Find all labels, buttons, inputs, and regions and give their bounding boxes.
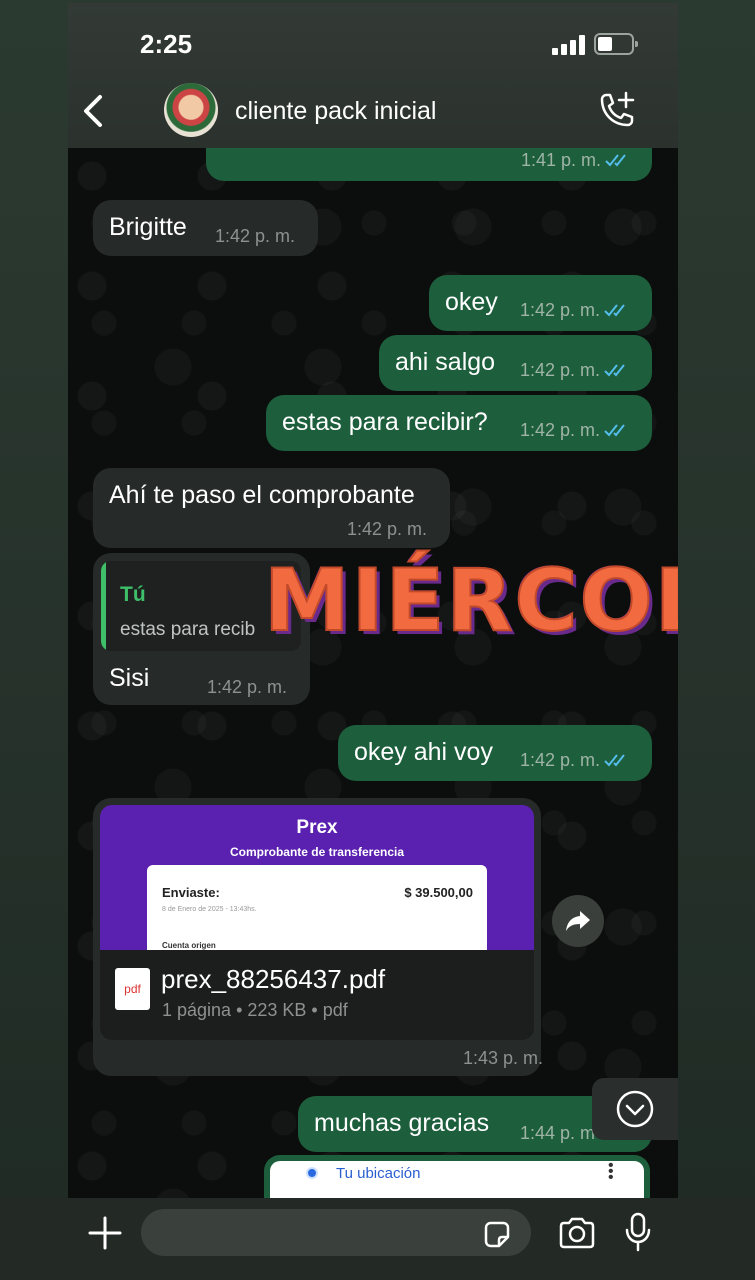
message-time: 1:43 p. m. (463, 1048, 544, 1068)
sticker-icon[interactable] (482, 1220, 512, 1250)
read-ticks-icon (604, 424, 625, 437)
chat-header: 2:25 cliente pack inicial (68, 3, 678, 148)
message-text: ahi salgo (395, 348, 496, 376)
scroll-down-button[interactable] (592, 1078, 678, 1140)
message-text: estas para recibir? (282, 408, 488, 436)
location-dot-icon (306, 1167, 318, 1179)
message-text: okey ahi voy (354, 738, 493, 766)
back-icon[interactable] (80, 91, 110, 131)
read-ticks-icon (604, 364, 625, 377)
read-ticks-icon (604, 304, 625, 317)
file-name: prex_88256437.pdf (161, 964, 386, 994)
message-bubble-outgoing[interactable]: okey 1:42 p. m. (429, 275, 652, 331)
story-sticker-text: MIÉRCOLES (263, 550, 678, 652)
status-time: 2:25 (140, 29, 193, 59)
chat-screen: 2:25 cliente pack inicial 1:41 p. m. Bri… (68, 3, 678, 1198)
contact-avatar[interactable] (164, 83, 218, 137)
message-bubble-incoming[interactable]: Ahí te paso el comprobante 1:42 p. m. (93, 468, 450, 548)
message-time: 1:41 p. m. (521, 150, 602, 170)
contact-name[interactable]: cliente pack inicial (235, 97, 437, 126)
document-preview[interactable]: Prex Comprobante de transferencia Envias… (100, 805, 534, 950)
preview-sent-label: Enviaste: (162, 885, 220, 900)
message-bubble-outgoing[interactable]: ahi salgo 1:42 p. m. (379, 335, 652, 391)
forward-button[interactable] (552, 895, 604, 947)
message-time: 1:42 p. m. (520, 750, 601, 770)
read-ticks-icon (605, 154, 626, 167)
preview-origin-label: Cuenta origen (162, 941, 216, 950)
file-details: 1 página • 223 KB • pdf (162, 1000, 348, 1020)
message-bubble-incoming[interactable]: Brigitte 1:42 p. m. (93, 200, 318, 256)
message-text: muchas gracias (314, 1109, 490, 1137)
message-time: 1:42 p. m. (520, 420, 601, 440)
read-ticks-icon (604, 754, 625, 767)
message-bubble-outgoing[interactable]: okey ahi voy 1:42 p. m. (338, 725, 652, 781)
message-time: 1:42 p. m. (520, 360, 601, 380)
preview-card: Enviaste: $ 39.500,00 8 de Enero de 2025… (147, 865, 487, 950)
message-bubble-outgoing[interactable]: estas para recibir? 1:42 p. m. (266, 395, 652, 451)
message-text: Brigitte (109, 213, 187, 241)
battery-icon (594, 33, 638, 55)
chevron-down-icon (616, 1090, 654, 1128)
microphone-icon[interactable] (624, 1212, 652, 1252)
message-time: 1:42 p. m. (207, 677, 288, 697)
message-text: Ahí te paso el comprobante (109, 481, 415, 509)
message-time: 1:42 p. m. (520, 300, 601, 320)
file-message-bubble[interactable]: Prex Comprobante de transferencia Envias… (93, 798, 544, 1076)
preview-date: 8 de Enero de 2025 - 13:43hs. (162, 906, 257, 913)
message-time: 1:42 p. m. (347, 519, 428, 539)
location-preview: Tu ubicación • • • (270, 1158, 644, 1198)
location-label: Tu ubicación (336, 1165, 421, 1182)
more-options-icon[interactable]: • • • (608, 1158, 614, 1186)
quote-text: estas para recib (120, 619, 256, 640)
pdf-file-icon: pdf (115, 968, 150, 1010)
message-input[interactable] (141, 1209, 531, 1256)
plus-icon[interactable] (88, 1216, 122, 1250)
signal-icon (552, 35, 586, 55)
preview-brand: Prex (296, 817, 338, 838)
composer-bar (0, 1198, 755, 1280)
quote-accent-bar (101, 561, 106, 651)
message-time: 1:42 p. m. (215, 226, 296, 246)
preview-title: Comprobante de transferencia (229, 845, 405, 859)
camera-icon[interactable] (558, 1216, 596, 1250)
add-call-icon[interactable] (596, 91, 636, 131)
location-message[interactable]: Tu ubicación • • • (264, 1155, 650, 1198)
quote-author: Tú (120, 583, 146, 606)
preview-amount: $ 39.500,00 (404, 885, 473, 900)
file-info-row[interactable]: pdf prex_88256437.pdf 1 página • 223 KB … (100, 950, 534, 1040)
message-time: 1:44 p. m (520, 1123, 596, 1143)
forward-icon (566, 911, 590, 931)
message-text: Sisi (109, 664, 150, 692)
phone-frame: 2:25 cliente pack inicial 1:41 p. m. Bri… (0, 0, 755, 1280)
message-text: okey (445, 288, 498, 316)
